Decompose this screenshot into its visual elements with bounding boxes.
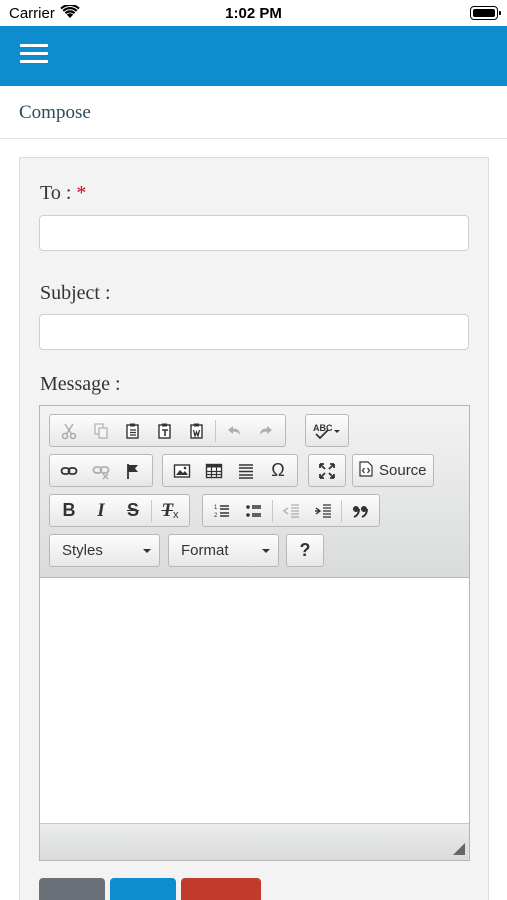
maximize-icon[interactable] (309, 457, 345, 484)
paste-text-icon[interactable] (149, 417, 181, 444)
subject-input[interactable] (39, 314, 469, 350)
chevron-down-icon (143, 548, 151, 553)
basic-styles-group: B I S Tx (49, 494, 190, 527)
clock: 1:02 PM (225, 5, 282, 22)
status-bar: Carrier 1:02 PM (0, 0, 507, 26)
unlink-icon[interactable] (85, 457, 117, 484)
help-icon[interactable]: ? (287, 537, 323, 564)
rich-text-editor: ABC Ω Source B I S T x 1 2 Styles Format… (39, 405, 470, 861)
clipboard-group (49, 414, 286, 447)
required-marker: * (76, 182, 87, 204)
styles-dropdown[interactable]: Styles (49, 534, 160, 567)
svg-text:1: 1 (214, 505, 218, 511)
numbered-list-icon[interactable]: 12 (206, 497, 238, 524)
blockquote-icon[interactable] (344, 497, 376, 524)
italic-icon[interactable]: I (85, 497, 117, 524)
battery-icon (470, 6, 501, 20)
source-label: Source (379, 462, 427, 479)
strike-icon[interactable]: S (117, 497, 149, 524)
compose-panel: To : * Subject : Message : ABC Ω Source … (19, 157, 489, 900)
maximize-group (308, 454, 346, 487)
remove-format-icon[interactable]: Tx (154, 497, 186, 524)
svg-text:ABC: ABC (313, 423, 333, 433)
editor-footer (40, 823, 469, 860)
format-label: Format (181, 542, 229, 559)
copy-icon[interactable] (85, 417, 117, 444)
app-header (0, 26, 507, 86)
bold-icon[interactable]: B (53, 497, 85, 524)
anchor-icon[interactable] (117, 457, 149, 484)
outdent-icon[interactable] (275, 497, 307, 524)
source-group: Source (352, 454, 434, 487)
source-button[interactable]: Source (353, 457, 433, 484)
editor-toolbar: ABC Ω Source B I S T x 1 2 Styles Format… (40, 406, 469, 578)
spellcheck-group: ABC (305, 414, 349, 447)
secondary-button[interactable] (39, 878, 105, 900)
paste-word-icon[interactable] (181, 417, 213, 444)
message-body[interactable] (40, 578, 469, 823)
primary-button[interactable] (110, 878, 176, 900)
table-icon[interactable] (198, 457, 230, 484)
special-char-icon[interactable]: Ω (262, 457, 294, 484)
to-label: To : * (40, 182, 87, 204)
horizontal-line-icon[interactable] (230, 457, 262, 484)
image-icon[interactable] (166, 457, 198, 484)
cut-icon[interactable] (53, 417, 85, 444)
link-icon[interactable] (53, 457, 85, 484)
format-dropdown[interactable]: Format (168, 534, 279, 567)
hamburger-menu-icon[interactable] (20, 44, 48, 68)
insert-group: Ω (162, 454, 298, 487)
redo-icon[interactable] (250, 417, 282, 444)
paste-icon[interactable] (117, 417, 149, 444)
subject-label: Subject : (40, 282, 111, 304)
svg-text:2: 2 (214, 513, 218, 519)
help-group: ? (286, 534, 324, 567)
to-input[interactable] (39, 215, 469, 251)
indent-icon[interactable] (307, 497, 339, 524)
spellcheck-icon[interactable]: ABC (306, 417, 348, 444)
paragraph-group: 12 (202, 494, 380, 527)
source-icon (359, 460, 373, 481)
title-bar: Compose (0, 86, 507, 139)
undo-icon[interactable] (218, 417, 250, 444)
bulleted-list-icon[interactable] (238, 497, 270, 524)
chevron-down-icon (262, 548, 270, 553)
danger-button[interactable] (181, 878, 261, 900)
links-group (49, 454, 153, 487)
message-label: Message : (40, 373, 121, 395)
styles-label: Styles (62, 542, 103, 559)
resize-grip-icon[interactable] (453, 843, 465, 855)
page-title: Compose (19, 102, 91, 123)
